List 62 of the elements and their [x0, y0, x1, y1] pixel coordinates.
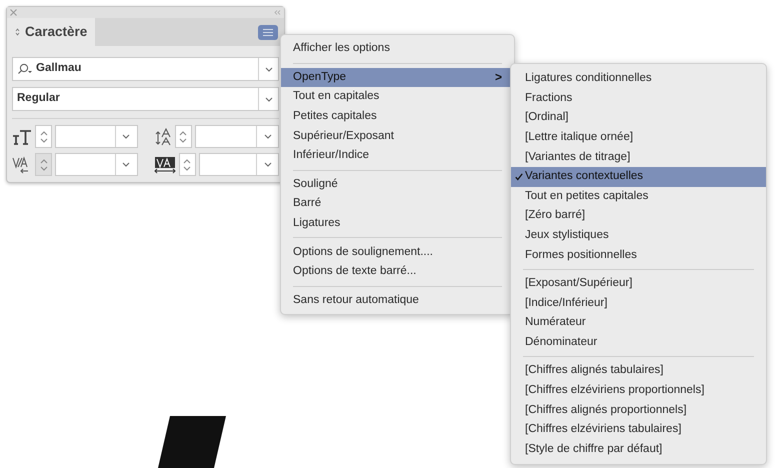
- menu-item[interactable]: [Zéro barré]: [511, 206, 766, 226]
- character-tab[interactable]: Caractère: [7, 18, 96, 46]
- value-field[interactable]: [55, 125, 138, 148]
- menu-item[interactable]: [Indice/Inférieur]: [511, 294, 766, 314]
- stepper[interactable]: [174, 125, 192, 148]
- menu-item[interactable]: [Style de chiffre par défaut]: [511, 440, 766, 460]
- menu-item[interactable]: Tout en petites capitales: [511, 186, 766, 206]
- dropdown-caret-icon[interactable]: [264, 162, 272, 167]
- font-family-value: Gallmau: [36, 61, 82, 76]
- menu-item[interactable]: Variantes contextuelles: [511, 166, 766, 187]
- font-style-value: Regular: [17, 91, 61, 106]
- stepper-arrows-icon[interactable]: [179, 130, 187, 144]
- menu-item[interactable]: Ligatures conditionnelles: [511, 69, 766, 89]
- submenu-arrow: >: [494, 69, 502, 86]
- menu-item[interactable]: Souligné: [281, 174, 514, 194]
- panel-menu-button[interactable]: [258, 24, 278, 40]
- font-size-icon: [12, 128, 32, 144]
- menu-item[interactable]: Barré: [281, 194, 514, 214]
- menu-item[interactable]: Inférieur/Indice: [281, 146, 514, 166]
- menu-item[interactable]: [Exposant/Supérieur]: [511, 274, 766, 294]
- menu-item[interactable]: Jeux stylistiques: [511, 226, 766, 246]
- menu-item[interactable]: Supérieur/Exposant: [281, 126, 514, 146]
- menu-item[interactable]: [Ordinal]: [511, 108, 766, 128]
- menu-item[interactable]: Dénominateur: [511, 332, 766, 352]
- menu-item[interactable]: [Variantes de titrage]: [511, 147, 766, 167]
- menu-item[interactable]: Sans retour automatique: [281, 290, 514, 310]
- stepper-arrows-icon[interactable]: [183, 158, 191, 172]
- font-style-field[interactable]: Regular: [12, 87, 279, 111]
- stepper[interactable]: [178, 153, 196, 176]
- stepper-arrows-icon[interactable]: [40, 158, 48, 172]
- sort-arrows-icon: [15, 28, 20, 36]
- dropdown-caret-icon[interactable]: [122, 162, 130, 167]
- menu-item[interactable]: [Chiffres elzéviriens proportionnels]: [511, 380, 766, 400]
- stepper[interactable]: [35, 125, 52, 148]
- value-field[interactable]: [198, 153, 279, 176]
- checkmark-icon: [515, 172, 523, 181]
- value-field[interactable]: [194, 125, 279, 148]
- menu-item[interactable]: [Chiffres elzéviriens tabulaires]: [511, 420, 766, 440]
- tracking-icon: [154, 156, 176, 174]
- menu-item[interactable]: [Lettre italique ornée]: [511, 128, 766, 148]
- leading-icon: [154, 128, 172, 146]
- value-field[interactable]: [55, 153, 138, 176]
- menu-item[interactable]: Options de texte barré...: [281, 262, 514, 282]
- collapse-icon[interactable]: [274, 10, 281, 15]
- search-icon: [17, 63, 33, 75]
- font-family-field[interactable]: Gallmau: [12, 57, 279, 81]
- close-icon[interactable]: [10, 9, 17, 16]
- slanted-bar-shape: [158, 416, 226, 468]
- menu-item[interactable]: Afficher les options: [281, 39, 514, 59]
- menu-item[interactable]: Petites capitales: [281, 106, 514, 126]
- menu-item[interactable]: [Chiffres alignés tabulaires]: [511, 361, 766, 381]
- menu-item[interactable]: Tout en capitales: [281, 87, 514, 107]
- menu-item[interactable]: Ligatures: [281, 214, 514, 234]
- menu-item[interactable]: Fractions: [511, 88, 766, 108]
- menu-item[interactable]: [Chiffres alignés proportionnels]: [511, 400, 766, 420]
- menu-item[interactable]: Options de soulignement....: [281, 242, 514, 262]
- menu-item[interactable]: Numérateur: [511, 313, 766, 333]
- menu-item[interactable]: Formes positionnelles: [511, 245, 766, 265]
- dropdown-caret-icon[interactable]: [264, 134, 272, 139]
- stepper[interactable]: [35, 153, 52, 176]
- stepper-arrows-icon[interactable]: [40, 130, 48, 144]
- dropdown-caret-icon[interactable]: [122, 134, 130, 139]
